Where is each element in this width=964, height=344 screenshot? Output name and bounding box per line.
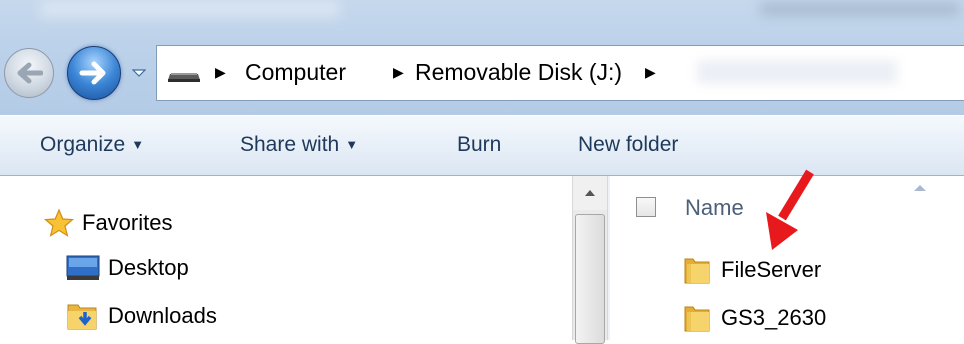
command-bar: Organize ▼ Share with ▼ Burn New folder bbox=[0, 115, 964, 176]
chevron-down-icon: ▼ bbox=[131, 137, 145, 152]
pane-divider bbox=[608, 176, 610, 340]
burn-button[interactable]: Burn bbox=[457, 133, 501, 157]
drive-icon bbox=[168, 73, 200, 82]
forward-button[interactable] bbox=[67, 46, 121, 100]
chevron-down-icon bbox=[132, 69, 146, 77]
annotation-arrow-icon bbox=[766, 169, 814, 250]
breadcrumb-separator-icon[interactable]: ▶ bbox=[215, 64, 226, 81]
share-with-label: Share with bbox=[240, 133, 340, 156]
navigation-pane: Favorites Desktop Downloads bbox=[0, 176, 572, 340]
nav-downloads-label: Downloads bbox=[108, 303, 217, 328]
folder-icon bbox=[683, 255, 713, 285]
chevron-down-icon: ▼ bbox=[345, 137, 359, 152]
new-folder-button[interactable]: New folder bbox=[578, 133, 678, 157]
share-with-button[interactable]: Share with ▼ bbox=[240, 133, 358, 157]
downloads-folder-icon bbox=[66, 301, 100, 331]
sort-ascending-icon bbox=[914, 185, 926, 191]
back-arrow-icon bbox=[17, 62, 43, 84]
title-blur-right bbox=[760, 2, 960, 16]
desktop-icon bbox=[66, 255, 100, 281]
column-header-name[interactable]: Name bbox=[685, 195, 744, 221]
back-button[interactable] bbox=[4, 48, 54, 98]
breadcrumb-removable-disk[interactable]: Removable Disk (J:) bbox=[415, 59, 622, 86]
breadcrumb-separator-icon[interactable]: ▶ bbox=[645, 64, 656, 81]
chevron-up-icon bbox=[585, 190, 595, 196]
nav-favorites-label: Favorites bbox=[82, 210, 173, 235]
star-icon bbox=[44, 208, 74, 238]
organize-button[interactable]: Organize ▼ bbox=[40, 133, 144, 157]
nav-favorites[interactable]: Favorites bbox=[44, 208, 172, 238]
title-blur bbox=[40, 0, 340, 18]
nav-desktop-label: Desktop bbox=[108, 255, 189, 280]
folder-icon bbox=[683, 303, 713, 333]
file-name: FileServer bbox=[721, 257, 822, 282]
file-name: GS3_2630 bbox=[721, 305, 827, 330]
nav-scrollbar[interactable] bbox=[572, 176, 608, 344]
nav-downloads[interactable]: Downloads bbox=[66, 301, 217, 331]
select-all-checkbox[interactable] bbox=[636, 197, 656, 217]
title-bar: ▶ Computer ▶ Removable Disk (J:) ▶ bbox=[0, 0, 964, 115]
scroll-thumb[interactable] bbox=[575, 214, 605, 344]
breadcrumb-computer[interactable]: Computer bbox=[245, 59, 346, 86]
scroll-up-button[interactable] bbox=[573, 176, 607, 210]
recent-pages-dropdown[interactable] bbox=[131, 66, 147, 80]
nav-desktop[interactable]: Desktop bbox=[66, 255, 189, 281]
breadcrumb-separator-icon[interactable]: ▶ bbox=[393, 64, 404, 81]
address-ghost bbox=[697, 60, 897, 84]
forward-arrow-icon bbox=[79, 61, 106, 85]
organize-label: Organize bbox=[40, 133, 126, 156]
file-row-fileserver[interactable]: FileServer bbox=[683, 255, 821, 285]
file-row-gs3-2630[interactable]: GS3_2630 bbox=[683, 303, 826, 333]
address-bar[interactable]: ▶ Computer ▶ Removable Disk (J:) ▶ bbox=[156, 45, 964, 101]
